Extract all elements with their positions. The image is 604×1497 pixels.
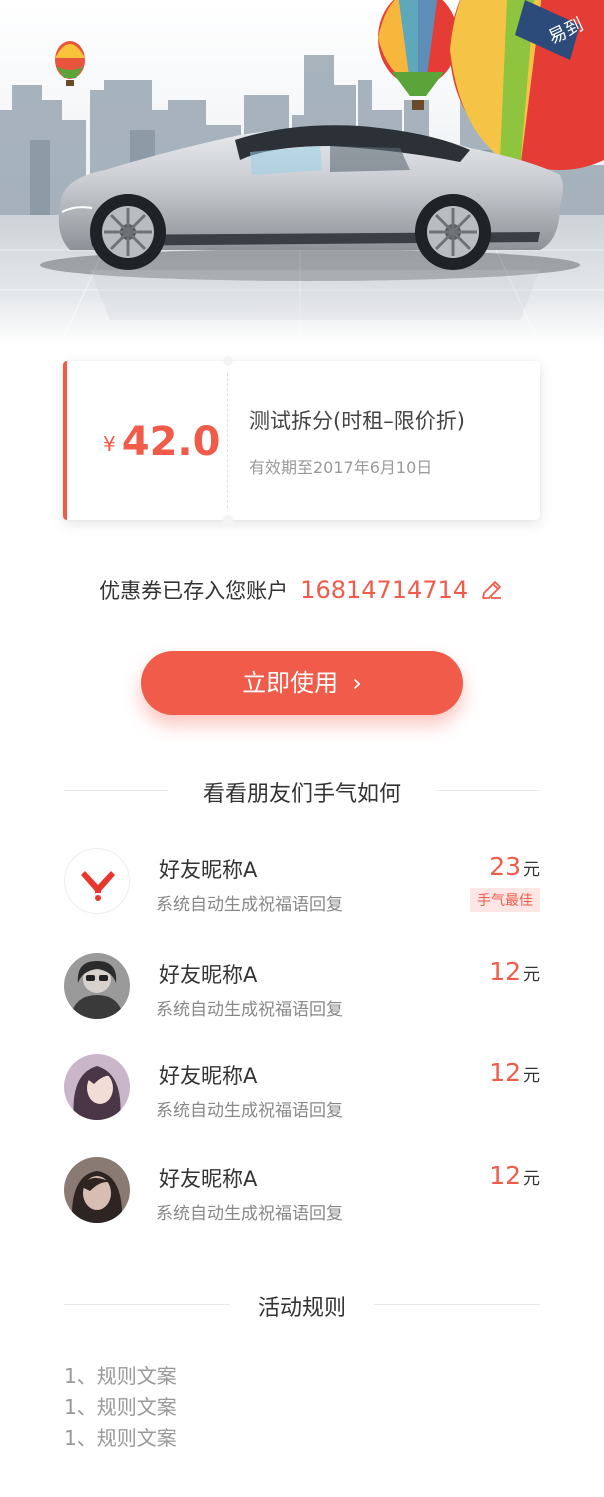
hero-illustration: 易到: [0, 0, 604, 345]
amount-unit: 元: [523, 860, 540, 880]
coupon-notch: [223, 515, 233, 525]
avatar: [64, 953, 130, 1019]
coupon-notch: [223, 356, 233, 366]
friend-message: 系统自动生成祝福语回复: [156, 1000, 343, 1020]
chevron-right-icon: ›: [352, 669, 362, 697]
rule-item: 1、规则文案: [64, 1426, 177, 1450]
friend-item[interactable]: 好友昵称A 系统自动生成祝福语回复 23 元 手气最佳: [64, 848, 540, 928]
friends-section-header: 看看朋友们手气如何: [64, 776, 540, 807]
coupon-amount: ¥42.0: [103, 419, 220, 465]
account-text: 优惠券已存入您账户: [99, 579, 289, 603]
currency-symbol: ¥: [103, 432, 116, 456]
friend-message: 系统自动生成祝福语回复: [156, 1204, 343, 1224]
friend-name: 好友昵称A: [159, 1167, 258, 1191]
rules-section-title: 活动规则: [257, 1296, 346, 1321]
coupon-validity: 有效期至2017年6月10日: [249, 458, 433, 477]
account-info: 优惠券已存入您账户 16814714714: [0, 575, 604, 605]
amount-unit: 元: [523, 1066, 540, 1086]
hero-banner: 易到: [0, 0, 604, 345]
friend-item[interactable]: 好友昵称A 系统自动生成祝福语回复 12 元: [64, 1054, 540, 1134]
rules-section-header: 活动规则: [64, 1290, 540, 1321]
friends-section-title: 看看朋友们手气如何: [202, 782, 401, 807]
coupon-accent-stripe: [63, 361, 67, 520]
friend-message: 系统自动生成祝福语回复: [156, 1101, 343, 1121]
amount-unit: 元: [523, 965, 540, 985]
coupon-divider: [227, 373, 228, 508]
avatar: [64, 1157, 130, 1223]
friend-amount: 12 元: [489, 957, 540, 986]
yidao-logo-icon: [81, 871, 115, 901]
amount-value: 23: [489, 852, 521, 881]
use-now-button[interactable]: 立即使用 ›: [141, 651, 463, 715]
best-luck-badge: 手气最佳: [470, 888, 540, 912]
user-photo-icon: [64, 1054, 130, 1120]
user-photo-icon: [64, 953, 130, 1019]
rules-list: 1、规则文案 1、规则文案 1、规则文案: [64, 1361, 177, 1454]
rule-item: 1、规则文案: [64, 1395, 177, 1419]
amount-unit: 元: [523, 1169, 540, 1189]
avatar: [64, 848, 130, 914]
friend-amount: 12 元: [489, 1058, 540, 1087]
user-photo-icon: [64, 1157, 130, 1223]
amount-value: 12: [489, 957, 521, 986]
rule-item: 1、规则文案: [64, 1364, 177, 1388]
friend-message: 系统自动生成祝福语回复: [156, 895, 343, 915]
friend-item[interactable]: 好友昵称A 系统自动生成祝福语回复 12 元: [64, 953, 540, 1033]
amount-value: 12: [489, 1161, 521, 1190]
friend-amount: 12 元: [489, 1161, 540, 1190]
use-now-label: 立即使用: [242, 669, 339, 697]
friend-name: 好友昵称A: [159, 858, 258, 882]
coupon-value: 42.0: [121, 419, 221, 465]
coupon-card: ¥42.0 测试拆分(时租–限价折) 有效期至2017年6月10日: [63, 356, 540, 525]
avatar: [64, 1054, 130, 1120]
friend-amount: 23 元: [489, 852, 540, 881]
friend-item[interactable]: 好友昵称A 系统自动生成祝福语回复 12 元: [64, 1157, 540, 1237]
amount-value: 12: [489, 1058, 521, 1087]
account-phone: 16814714714: [300, 576, 469, 604]
friend-name: 好友昵称A: [159, 1064, 258, 1088]
edit-icon[interactable]: [479, 576, 505, 602]
friend-name: 好友昵称A: [159, 963, 258, 987]
coupon-title: 测试拆分(时租–限价折): [249, 409, 465, 433]
